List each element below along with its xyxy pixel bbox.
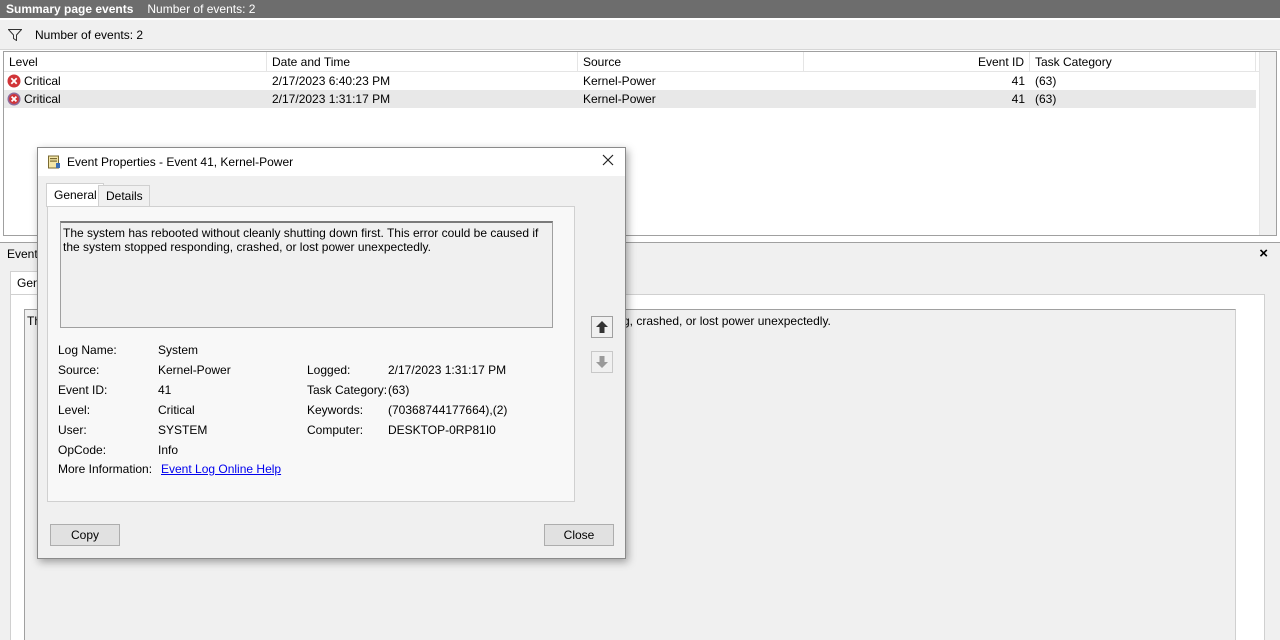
next-event-button[interactable] xyxy=(591,351,613,373)
column-header-level[interactable]: Level xyxy=(4,52,267,71)
filter-event-count: Number of events: 2 xyxy=(35,27,144,42)
preview-close-icon[interactable]: × xyxy=(1259,245,1268,262)
previous-event-button[interactable] xyxy=(591,316,613,338)
tab-details[interactable]: Details xyxy=(98,185,150,206)
field-label-logged: Logged: xyxy=(307,363,351,377)
field-keywords: (70368744177664),(2) xyxy=(388,403,508,417)
field-label-level: Level: xyxy=(58,403,91,417)
row-source: Kernel-Power xyxy=(583,92,656,106)
critical-error-icon xyxy=(7,92,21,106)
row-task-category: (63) xyxy=(1035,92,1057,106)
row-level: Critical xyxy=(24,92,61,106)
preview-message-end: g, crashed, or lost power unexpectedly. xyxy=(623,314,831,328)
arrow-down-icon xyxy=(596,356,608,368)
preview-title: Event xyxy=(7,247,38,261)
column-header-date[interactable]: Date and Time xyxy=(267,52,578,71)
close-icon[interactable] xyxy=(600,152,616,168)
field-label-computer: Computer: xyxy=(307,423,364,437)
field-user: SYSTEM xyxy=(158,423,208,437)
vertical-scrollbar[interactable] xyxy=(1259,52,1276,235)
tab-general[interactable]: General xyxy=(46,183,104,207)
field-label-keywords: Keywords: xyxy=(307,403,364,417)
filter-bar: Number of events: 2 xyxy=(0,20,1280,50)
field-event-id: 41 xyxy=(158,383,172,397)
field-computer: DESKTOP-0RP81I0 xyxy=(388,423,496,437)
summary-event-count: Number of events: 2 xyxy=(147,2,256,16)
critical-error-icon xyxy=(7,74,21,88)
event-list-header: Level Date and Time Source Event ID Task… xyxy=(4,52,1276,72)
column-header-event-id[interactable]: Event ID xyxy=(804,52,1030,71)
event-properties-dialog: Event Properties - Event 41, Kernel-Powe… xyxy=(37,147,626,559)
field-opcode: Info xyxy=(158,443,179,457)
row-task-category: (63) xyxy=(1035,74,1057,88)
event-log-online-help-link[interactable]: Event Log Online Help xyxy=(161,462,281,476)
field-label-log-name: Log Name: xyxy=(58,343,117,357)
row-event-id: 41 xyxy=(1011,74,1025,88)
row-source: Kernel-Power xyxy=(583,74,656,88)
field-label-task-category: Task Category: xyxy=(307,383,388,397)
field-label-event-id: Event ID: xyxy=(58,383,108,397)
field-label-source: Source: xyxy=(58,363,100,377)
row-date: 2/17/2023 1:31:17 PM xyxy=(272,92,391,106)
row-date: 2/17/2023 6:40:23 PM xyxy=(272,74,391,88)
table-row[interactable]: Critical 2/17/2023 1:31:17 PM Kernel-Pow… xyxy=(4,90,1256,108)
dialog-title: Event Properties - Event 41, Kernel-Powe… xyxy=(67,155,294,169)
field-task-category: (63) xyxy=(388,383,410,397)
field-label-user: User: xyxy=(58,423,87,437)
summary-title: Summary page events xyxy=(6,2,134,16)
filter-icon[interactable] xyxy=(8,28,22,41)
field-label-more-information: More Information: xyxy=(58,462,153,476)
column-header-task-category[interactable]: Task Category xyxy=(1030,52,1256,71)
copy-button[interactable]: Copy xyxy=(50,524,120,546)
close-button[interactable]: Close xyxy=(544,524,614,546)
row-event-id: 41 xyxy=(1011,92,1025,106)
field-level: Critical xyxy=(158,403,195,417)
column-header-source[interactable]: Source xyxy=(578,52,804,71)
summary-title-bar: Summary page events Number of events: 2 xyxy=(0,0,1280,18)
table-row[interactable]: Critical 2/17/2023 6:40:23 PM Kernel-Pow… xyxy=(4,72,1256,90)
event-viewer-icon xyxy=(48,155,60,169)
arrow-up-icon xyxy=(596,321,608,333)
field-logged: 2/17/2023 1:31:17 PM xyxy=(388,363,507,377)
field-label-opcode: OpCode: xyxy=(58,443,107,457)
field-source: Kernel-Power xyxy=(158,363,231,377)
field-log-name: System xyxy=(158,343,199,357)
dialog-title-bar: Event Properties - Event 41, Kernel-Powe… xyxy=(38,148,625,176)
row-level: Critical xyxy=(24,74,61,88)
event-description-box[interactable]: The system has rebooted without cleanly … xyxy=(60,221,553,328)
